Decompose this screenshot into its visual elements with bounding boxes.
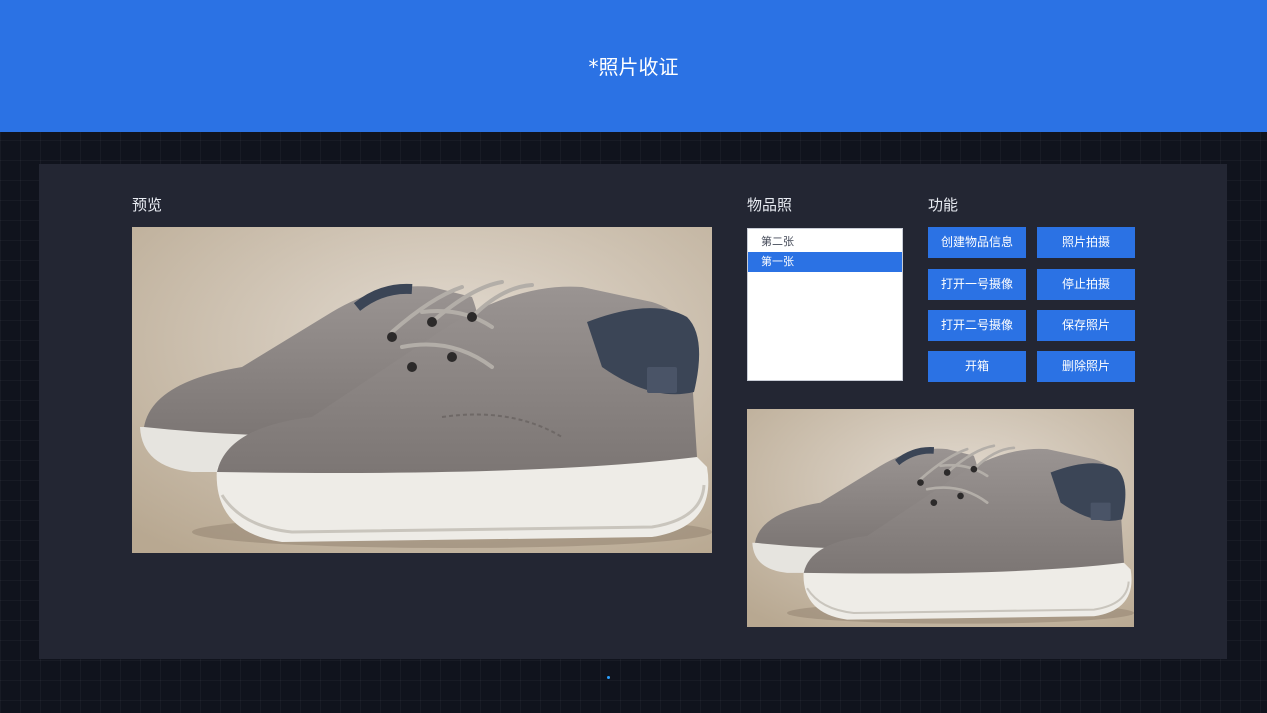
preview-image (132, 227, 712, 553)
selected-photo-thumbnail (747, 409, 1134, 627)
open-camera-2-button[interactable]: 打开二号摄像 (928, 310, 1026, 341)
create-item-info-button[interactable]: 创建物品信息 (928, 227, 1026, 258)
preview-label: 预览 (132, 196, 163, 214)
take-photo-button[interactable]: 照片拍摄 (1037, 227, 1135, 258)
main-panel: 预览 物品照 功能 第二张 第一张 创建物品信息 照片拍摄 打开一号摄像 停止拍… (39, 164, 1227, 659)
photo-list[interactable]: 第二张 第一张 (747, 228, 903, 381)
list-item-second-photo[interactable]: 第二张 (748, 232, 902, 252)
delete-photo-button[interactable]: 删除照片 (1037, 351, 1135, 382)
shoe-photo-icon (132, 227, 712, 553)
open-box-button[interactable]: 开箱 (928, 351, 1026, 382)
page-title: *照片收证 (588, 54, 679, 79)
save-photo-button[interactable]: 保存照片 (1037, 310, 1135, 341)
open-camera-1-button[interactable]: 打开一号摄像 (928, 269, 1026, 300)
stop-capture-button[interactable]: 停止拍摄 (1037, 269, 1135, 300)
photos-label: 物品照 (747, 196, 793, 214)
page-indicator-dot (607, 676, 610, 679)
header-bar: *照片收证 (0, 0, 1267, 132)
functions-label: 功能 (928, 196, 959, 214)
shoe-photo-icon (747, 409, 1134, 627)
list-item-first-photo[interactable]: 第一张 (748, 252, 902, 272)
